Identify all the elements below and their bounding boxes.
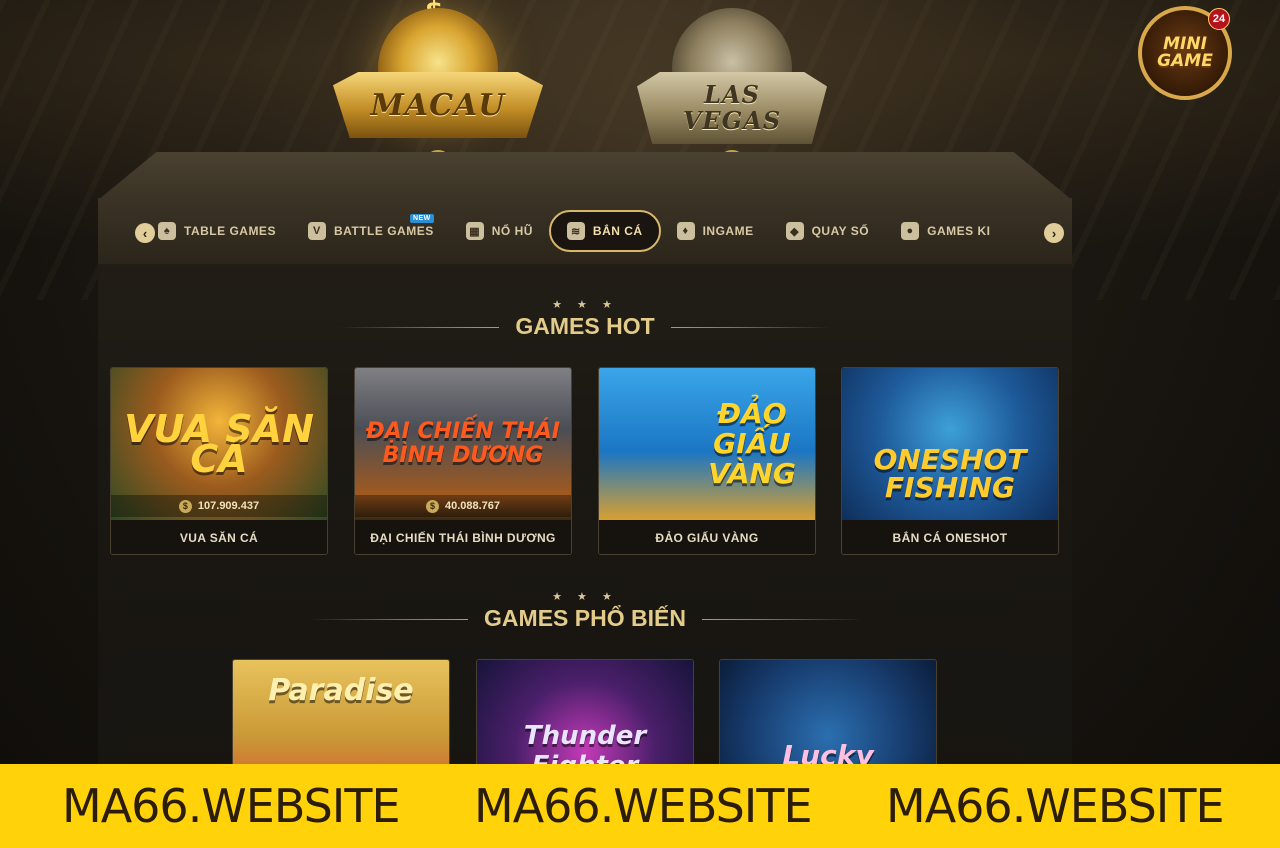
game-name: ĐẢO GIẤU VÀNG <box>599 520 815 554</box>
tabs-next-arrow-icon[interactable]: › <box>1044 223 1064 243</box>
tab-label: QUAY SỐ <box>811 224 870 238</box>
game-art-logo: ONESHOT FISHING <box>873 443 1027 504</box>
region-macau-plaque: MACAU <box>333 72 543 138</box>
tab-ban-ca[interactable]: ≋ BẮN CÁ <box>548 210 661 252</box>
tabs-prev-arrow-icon[interactable]: ‹ <box>135 223 155 243</box>
region-vegas-plaque: LAS VEGAS <box>637 72 827 144</box>
games-ki-icon: ● <box>901 222 920 240</box>
jackpot-value: 40.088.767 <box>444 500 501 512</box>
tab-games-ki[interactable]: ● GAMES KI <box>885 211 1006 251</box>
game-art-logo: VUA SĂN CÁ <box>124 407 314 481</box>
popular-section-header: ★ ★ ★ GAMES PHỔ BIẾN <box>98 590 1072 632</box>
tab-battle-games[interactable]: V BATTLE GAMES NEW <box>292 211 450 251</box>
category-tabs: ♠ TABLE GAMES V BATTLE GAMES NEW ▦ NỔ HŨ… <box>98 198 1072 264</box>
ingame-cards-icon: ♦ <box>676 222 695 240</box>
cards-icon: ♠ <box>158 222 176 240</box>
jackpot-value: 107.909.437 <box>197 500 260 512</box>
hot-section-header: ★ ★ ★ GAMES HOT <box>98 298 1072 340</box>
stars-icon: ★ ★ ★ <box>552 299 618 311</box>
panel-top-bevel <box>98 152 1072 200</box>
coin-icon: $ <box>178 499 192 513</box>
tab-label: INGAME <box>702 224 754 238</box>
game-name: BẮN CÁ ONESHOT <box>842 520 1058 554</box>
watermark-text: MA66.WEBSITE <box>474 779 813 833</box>
watermark-banner: MA66.WEBSITE MA66.WEBSITE MA66.WEBSITE <box>0 764 1280 848</box>
mini-game-badge: 24 <box>1208 8 1230 30</box>
watermark-text: MA66.WEBSITE <box>886 779 1225 833</box>
slot-icon: ▦ <box>465 222 484 240</box>
game-card-ban-ca-oneshot[interactable]: ONESHOT FISHING BẮN CÁ ONESHOT <box>841 367 1059 555</box>
tab-label: BẮN CÁ <box>592 224 643 238</box>
popular-section-title-text: GAMES PHỔ BIẾN <box>484 605 686 631</box>
region-macau-label: MACAU <box>370 87 506 123</box>
game-art-logo: Paradise <box>268 673 414 708</box>
game-name: VUA SĂN CÁ <box>111 520 327 554</box>
hot-section-title-text: GAMES HOT <box>515 313 655 339</box>
lottery-icon: ◆ <box>785 222 804 240</box>
region-vegas-label: LAS VEGAS <box>682 80 782 135</box>
jackpot-counter: $ 40.088.767 <box>355 495 571 517</box>
hot-section-title: GAMES HOT <box>339 313 831 340</box>
game-card-vua-san-ca[interactable]: VUA SĂN CÁ $ 107.909.437 VUA SĂN CÁ <box>110 367 328 555</box>
tab-no-hu[interactable]: ▦ NỔ HŨ <box>450 211 549 251</box>
popular-section-title: GAMES PHỔ BIẾN <box>308 605 862 632</box>
new-badge: NEW <box>409 213 434 223</box>
vs-shield-icon: V <box>307 222 326 240</box>
watermark-text: MA66.WEBSITE <box>62 779 401 833</box>
game-art-logo: ĐẢO GIẤU VÀNG <box>708 397 796 490</box>
game-card-dai-chien-thai-binh-duong[interactable]: ĐẠI CHIẾN THÁI BÌNH DƯƠNG $ 40.088.767 Đ… <box>354 367 572 555</box>
tab-label: NỔ HŨ <box>491 224 533 238</box>
stars-icon: ★ ★ ★ <box>552 591 618 603</box>
mini-game-label: MINI GAME <box>1157 34 1213 71</box>
tab-label: TABLE GAMES <box>184 224 276 238</box>
jackpot-counter: $ 107.909.437 <box>111 495 327 517</box>
mini-game-button[interactable]: MINI GAME 24 <box>1138 6 1232 100</box>
tab-table-games[interactable]: ♠ TABLE GAMES <box>142 211 292 251</box>
tab-label: BATTLE GAMES <box>333 224 434 238</box>
coin-icon: $ <box>425 499 439 513</box>
game-art: ONESHOT FISHING <box>842 368 1058 520</box>
game-name: ĐẠI CHIẾN THÁI BÌNH DƯƠNG <box>355 520 571 554</box>
tab-ingame[interactable]: ♦ INGAME <box>661 211 770 251</box>
tab-quay-so[interactable]: ◆ QUAY SỐ <box>770 211 886 251</box>
tab-label: GAMES KI <box>927 224 991 238</box>
fish-icon: ≋ <box>566 222 585 240</box>
game-art-logo: ĐẠI CHIẾN THÁI BÌNH DƯƠNG <box>366 419 560 468</box>
game-art: ĐẢO GIẤU VÀNG <box>599 368 815 520</box>
game-card-dao-giau-vang[interactable]: ĐẢO GIẤU VÀNG ĐẢO GIẤU VÀNG <box>598 367 816 555</box>
